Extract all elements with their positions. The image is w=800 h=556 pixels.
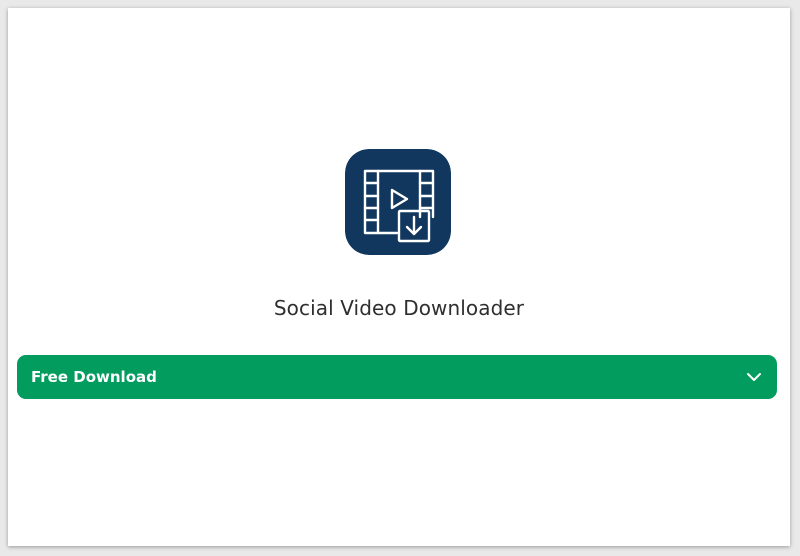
page-frame: Social Video Downloader Free Download xyxy=(8,8,790,546)
free-download-button[interactable]: Free Download xyxy=(17,355,777,399)
chevron-down-icon[interactable] xyxy=(745,368,763,386)
film-download-icon-graphic xyxy=(345,149,451,255)
film-download-icon xyxy=(345,149,451,255)
free-download-label: Free Download xyxy=(31,368,157,386)
app-title: Social Video Downloader xyxy=(273,296,525,320)
